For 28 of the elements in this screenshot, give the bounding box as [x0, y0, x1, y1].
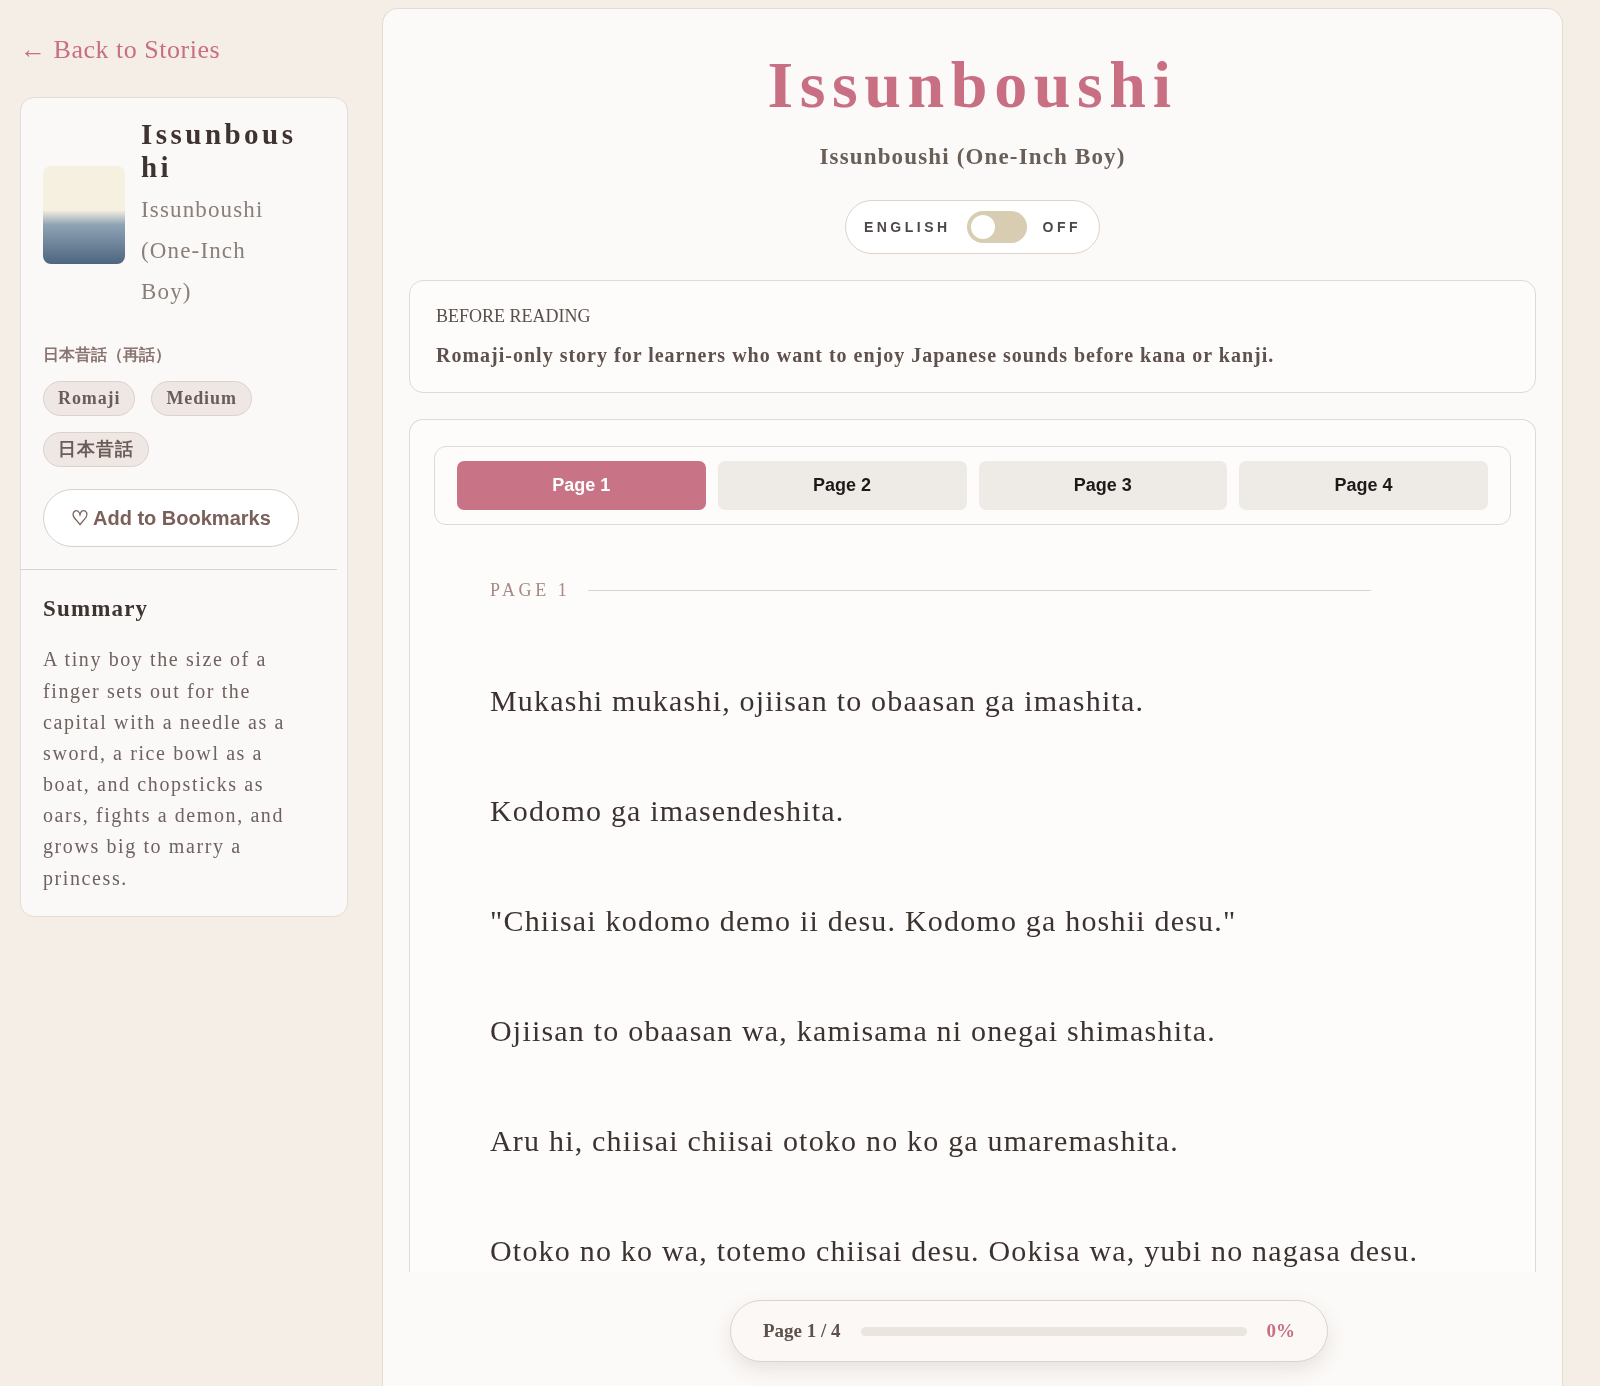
category-label: 日本昔話（再話） [43, 344, 172, 365]
story-paragraph: Mukashi mukashi, ojiisan to obaasan ga imashita. [490, 683, 1146, 720]
story-heading: Issunboushi [766, 49, 1179, 122]
page-counter: Page 1 / 4 [763, 1318, 841, 1343]
tag-chip: Medium [151, 380, 252, 416]
story-subtitle: Issunboushi (One-Inch Boy) [141, 195, 265, 307]
before-reading-text: Romaji-only story for learners who want to enjoy Japanese sounds before kana or kanji. [436, 343, 1276, 369]
before-reading-heading: BEFORE READING [436, 305, 592, 329]
summary-heading: Summary [43, 594, 150, 623]
story-paragraph: Aru hi, chiisai chiisai otoko no ko ga umaremashita. [490, 1123, 1180, 1160]
story-paragraph: "Chiisai kodomo demo ii desu. Kodomo ga hoshii desu." [490, 903, 1238, 940]
tag-chip: 日本昔話 [43, 431, 149, 467]
tag-chip: Romaji [43, 380, 136, 416]
heart-icon: ♡ [71, 506, 89, 529]
progress-percent: 0% [1266, 1318, 1295, 1343]
story-paragraph: Ojiisan to obaasan wa, kamisama ni onegai shimashita. [490, 1013, 1217, 1050]
page-tab[interactable]: Page 3 [978, 461, 1228, 511]
english-toggle[interactable]: ENGLISH OFF [844, 200, 1101, 255]
page-tab[interactable]: Page 2 [717, 461, 967, 511]
story-paragraph: Otoko no ko wa, totemo chiisai desu. Ookisa wa, yubi no nagasa desu. [490, 1233, 1420, 1270]
story-title: Issunboushi [141, 118, 298, 185]
story-heading-subtitle: Issunboushi (One-Inch Boy) [818, 142, 1127, 171]
summary-text: A tiny boy the size of a finger sets out for the capital with a needle as a sword, a rice bowl as a boat, and chopsticks as oars, fights a demon, and grows big to marry a princess. [43, 647, 287, 892]
story-paragraph: Kodomo ga imasendeshita. [490, 793, 846, 830]
page-tab[interactable]: Page 4 [1239, 461, 1488, 511]
page-label: PAGE 1 [490, 579, 571, 603]
toggle-switch[interactable] [966, 211, 1027, 244]
add-bookmark-button[interactable]: ♡ Add to Bookmarks [43, 488, 299, 547]
